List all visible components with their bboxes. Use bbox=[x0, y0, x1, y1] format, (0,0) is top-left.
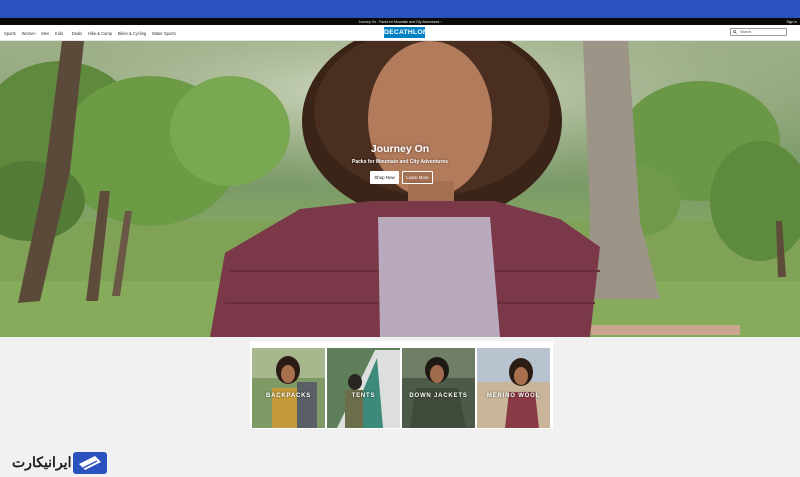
announcement-link[interactable]: Journey On - Packs for Mountain and City… bbox=[0, 20, 800, 24]
hero-title: Journey On bbox=[370, 143, 430, 155]
decathlon-logo[interactable]: DECATHLON bbox=[384, 27, 428, 38]
tents-image bbox=[327, 348, 400, 428]
announcement-bar: Journey On - Packs for Mountain and City… bbox=[0, 18, 800, 25]
category-tile-merino-wool[interactable]: MERINO WOOL bbox=[477, 348, 550, 428]
search-placeholder: Search bbox=[740, 30, 752, 34]
browser-top-bar bbox=[0, 0, 800, 18]
nav-link-bikes-cycling[interactable]: Bikes & Cycling bbox=[118, 31, 146, 36]
search-icon bbox=[733, 30, 737, 34]
category-label: DOWN JACKETS bbox=[409, 393, 468, 399]
nav-link-sports[interactable]: Sports bbox=[4, 31, 16, 36]
nav-link-hike-camp[interactable]: Hike & Camp bbox=[88, 31, 112, 36]
shop-now-button[interactable]: Shop Now bbox=[370, 171, 399, 184]
hero-banner: Journey On Packs for Mountain and City A… bbox=[0, 41, 800, 337]
nav-link-water-sports[interactable]: Water Sports bbox=[152, 31, 176, 36]
category-tile-tents[interactable]: TENTS bbox=[327, 348, 400, 428]
nav-link-kids[interactable]: Kids bbox=[55, 31, 63, 36]
category-tiles: BACKPACKS TENTS DOWN JACKETS MERINO WOOL bbox=[250, 341, 553, 429]
hero-subtitle: Packs for Mountain and City Adventures bbox=[352, 159, 448, 165]
sign-in-link[interactable]: Sign In bbox=[786, 20, 797, 24]
backpacks-image bbox=[252, 348, 325, 428]
category-label: TENTS bbox=[351, 393, 376, 399]
nav-link-men[interactable]: Men bbox=[41, 31, 49, 36]
card-logo-icon bbox=[73, 452, 107, 474]
category-tile-down-jackets[interactable]: DOWN JACKETS bbox=[402, 348, 475, 428]
main-nav: Sports Women Men Kids Deals Hike & Camp … bbox=[0, 25, 800, 41]
learn-more-button[interactable]: Learn More bbox=[402, 171, 433, 184]
hero-image bbox=[0, 41, 800, 337]
merino-wool-image bbox=[477, 348, 550, 428]
nav-link-women[interactable]: Women bbox=[22, 31, 36, 36]
watermark-text: ایرانیکارت bbox=[12, 454, 72, 470]
down-jackets-image bbox=[402, 348, 475, 428]
nav-links: Sports Women Men Kids Deals Hike & Camp … bbox=[4, 31, 180, 36]
nav-link-deals[interactable]: Deals bbox=[72, 31, 82, 36]
category-tile-backpacks[interactable]: BACKPACKS bbox=[252, 348, 325, 428]
category-label: MERINO WOOL bbox=[486, 393, 541, 399]
search-input[interactable]: Search bbox=[730, 28, 787, 36]
category-label: BACKPACKS bbox=[265, 393, 312, 399]
